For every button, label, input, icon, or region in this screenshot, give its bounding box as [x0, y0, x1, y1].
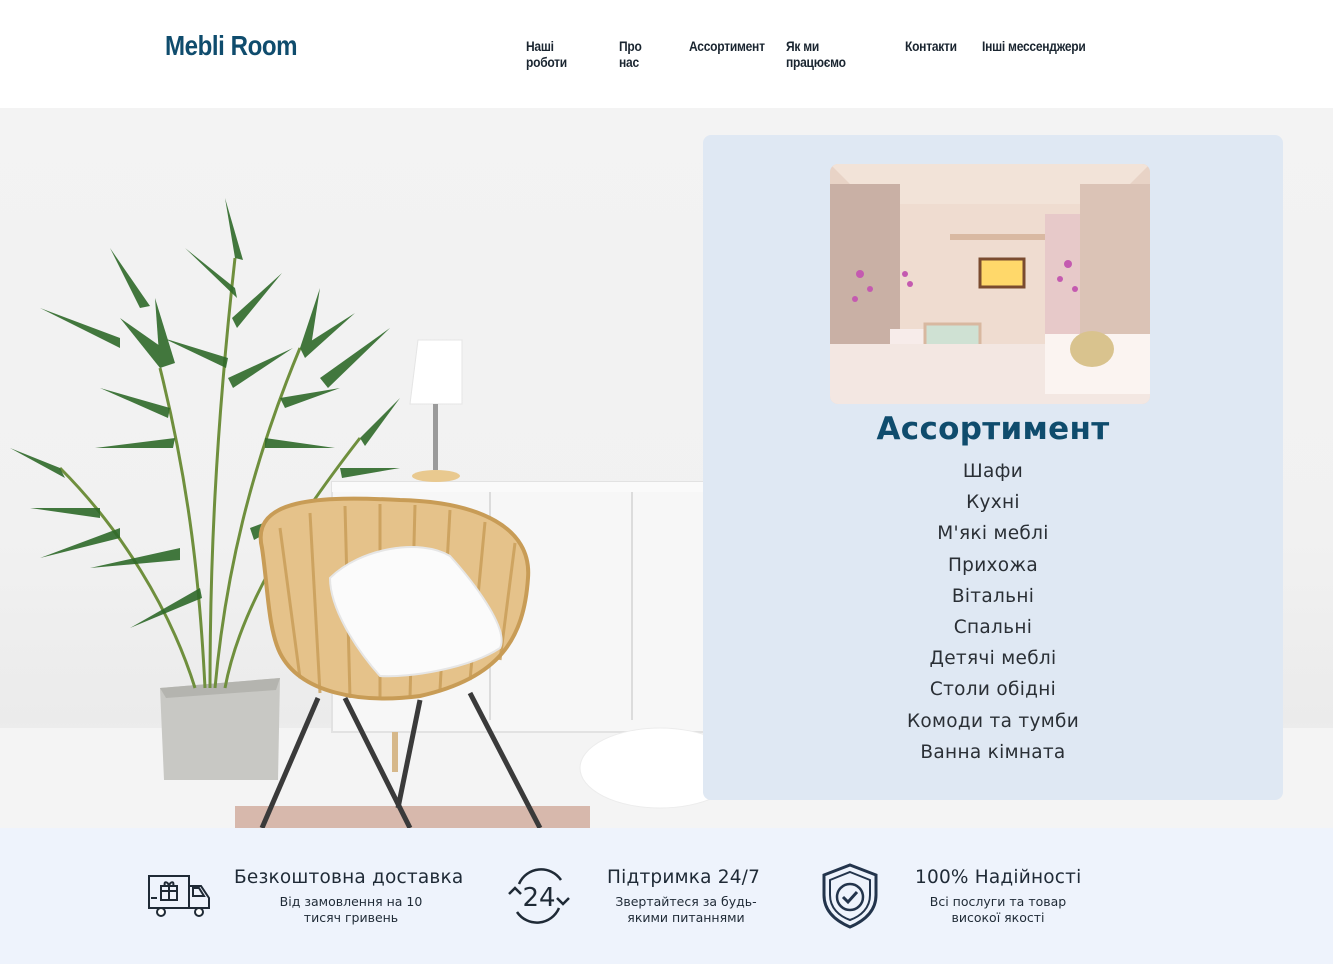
feature-desc-reliability: Всі послуги та товар високої якості [898, 894, 1098, 926]
site-logo[interactable]: Mebli Room [165, 30, 298, 62]
feature-desc-support-line1: Звертайтеся за будь- [615, 894, 757, 909]
nav-link-our-works[interactable]: Наші роботи [526, 38, 583, 70]
assortment-item-living-rooms[interactable]: Вітальні [703, 584, 1283, 615]
assortment-list: Шафи Кухні М'які меблі Прихожа Вітальні … [703, 459, 1283, 771]
svg-text:24: 24 [522, 883, 555, 913]
assortment-title: Ассортимент [876, 411, 1110, 447]
assortment-room-photo [830, 164, 1150, 404]
features-section: Безкоштовна доставка Від замовлення на 1… [0, 828, 1333, 964]
hero-interior-image [10, 198, 720, 828]
assortment-item-bathroom[interactable]: Ванна кімната [703, 740, 1283, 771]
nav-link-how-we-work[interactable]: Як ми працюємо [786, 38, 865, 70]
feature-title-reliability: 100% Надійності [915, 867, 1082, 888]
assortment-item-wardrobes[interactable]: Шафи [703, 459, 1283, 490]
assortment-panel: Ассортимент Шафи Кухні М'які меблі Прихо… [703, 135, 1283, 800]
assortment-item-dining-tables[interactable]: Столи обідні [703, 677, 1283, 708]
feature-desc-support-line2: якими питаннями [627, 910, 745, 925]
feature-desc-delivery: Від замовлення на 10 тисяч гривень [249, 894, 453, 926]
feature-desc-support: Звертайтеся за будь- якими питаннями [586, 894, 786, 926]
nav-link-assortment[interactable]: Ассортимент [689, 38, 765, 70]
feature-desc-delivery-line2: тисяч гривень [303, 910, 399, 925]
support-24-icon: 24 [508, 868, 570, 924]
assortment-item-bedrooms[interactable]: Спальні [703, 615, 1283, 646]
bottom-strip [0, 964, 1333, 974]
assortment-item-hallway[interactable]: Прихожа [703, 553, 1283, 584]
nav-link-contacts[interactable]: Контакти [905, 38, 957, 70]
shield-check-icon [822, 863, 878, 929]
feature-title-support: Підтримка 24/7 [607, 867, 761, 888]
site-header: Mebli Room Наші роботи Про нас Ассортиме… [0, 0, 1333, 108]
assortment-item-kids-furniture[interactable]: Детячі меблі [703, 646, 1283, 677]
nav-link-messengers[interactable]: Інші мессенджери [982, 38, 1086, 70]
feature-title-delivery: Безкоштовна доставка [234, 867, 464, 888]
feature-desc-reliability-line2: високої якості [951, 910, 1045, 925]
assortment-item-kitchens[interactable]: Кухні [703, 490, 1283, 521]
assortment-item-soft-furniture[interactable]: М'які меблі [703, 521, 1283, 552]
delivery-truck-icon [148, 875, 210, 917]
assortment-item-dressers[interactable]: Комоди та тумби [703, 709, 1283, 740]
nav-link-about[interactable]: Про нас [619, 38, 656, 70]
main-nav: Наші роботи Про нас Ассортимент Як ми пр… [526, 38, 1102, 70]
feature-desc-delivery-line1: Від замовлення на 10 [279, 894, 423, 909]
feature-desc-reliability-line1: Всі послуги та товар [929, 894, 1067, 909]
